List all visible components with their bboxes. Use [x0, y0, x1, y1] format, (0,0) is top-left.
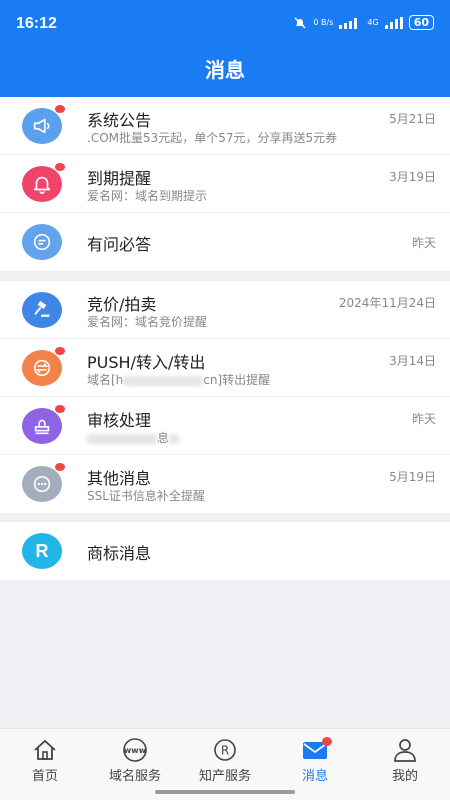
item-date: 昨天: [411, 236, 436, 250]
unread-badge: [54, 162, 66, 172]
home-icon: [0, 737, 90, 763]
item-date: 3月19日: [389, 170, 436, 184]
unread-badge: [54, 104, 66, 114]
trademark-r-icon: R: [22, 533, 62, 569]
signal-icon: [339, 17, 358, 29]
item-title: 到期提醒: [87, 169, 152, 188]
message-item-announcement[interactable]: 系统公告 .COM批量53元起，单个57元，分享再送5元券 5月21日: [0, 97, 450, 155]
battery-indicator: 60: [408, 15, 434, 30]
message-group-2: 竞价/拍卖 爱名网：域名竞价提醒 2024年11月24日 PUSH/转入/转出 …: [0, 281, 450, 513]
home-indicator[interactable]: [155, 790, 295, 794]
mute-bell-icon: [294, 16, 306, 29]
stamp-icon: [22, 408, 62, 444]
item-subtitle: SSL证书信息补全提醒: [87, 489, 205, 503]
signal-icon-2: [384, 16, 403, 29]
tab-label: 消息: [301, 769, 328, 784]
item-title: PUSH/转入/转出: [87, 353, 206, 372]
status-bar: 16:12 0 B/s 4G 60: [0, 0, 450, 50]
message-item-expiry[interactable]: 到期提醒 爱名网：域名到期提示 3月19日: [0, 155, 450, 213]
subtitle-prefix: 域名[h: [87, 373, 124, 387]
item-subtitle: .COM批量53元起，单个57元，分享再送5元券: [87, 131, 338, 145]
item-date: 2024年11月24日: [338, 296, 436, 310]
item-date: 5月21日: [389, 112, 436, 126]
item-title: 审核处理: [87, 411, 152, 430]
message-item-other[interactable]: 其他消息 SSL证书信息补全提醒 5月19日: [0, 455, 450, 513]
network-type: 4G: [367, 18, 379, 27]
bell-icon: [22, 166, 62, 202]
unread-badge: [54, 404, 66, 414]
message-item-trademark[interactable]: R 商标消息: [0, 522, 450, 580]
item-title: 竞价/拍卖: [87, 295, 157, 314]
tab-messages[interactable]: 消息: [270, 737, 360, 784]
status-time: 16:12: [16, 15, 57, 32]
chat-bubble-icon: [22, 224, 62, 260]
status-icons: 0 B/s 4G 60: [293, 15, 434, 30]
item-subtitle: 爱名网：域名竞价提醒: [87, 315, 208, 329]
gavel-icon: [22, 292, 62, 328]
unread-badge: [322, 737, 332, 746]
transfer-icon: [22, 350, 62, 386]
tab-domain-services[interactable]: www 域名服务: [90, 737, 180, 784]
net-speed: 0 B/s: [313, 17, 334, 27]
message-item-push[interactable]: PUSH/转入/转出 域名[h cn]转出提醒 3月14日: [0, 339, 450, 397]
message-item-qa[interactable]: 有问必答 昨天: [0, 213, 450, 271]
item-date: 3月14日: [389, 354, 436, 368]
tab-label: 知产服务: [198, 769, 251, 784]
message-item-review[interactable]: 审核处理 息 昨天: [0, 397, 450, 455]
redacted-text: [169, 433, 180, 444]
item-title: 系统公告: [87, 111, 152, 130]
envelope-icon: [270, 737, 360, 763]
redacted-text: [123, 375, 204, 386]
registered-icon: R: [180, 737, 270, 763]
message-group-3: R 商标消息: [0, 522, 450, 580]
tab-ip-services[interactable]: R 知产服务: [180, 737, 270, 784]
svg-text:www: www: [124, 746, 147, 755]
page-title: 消息: [205, 58, 245, 82]
tab-label: 我的: [391, 769, 418, 784]
more-icon: [22, 466, 62, 502]
svg-text:R: R: [221, 744, 229, 758]
header-bar: 消息: [0, 50, 450, 97]
tab-label: 域名服务: [108, 769, 161, 784]
tab-home[interactable]: 首页: [0, 737, 90, 784]
person-icon: [360, 737, 450, 763]
subtitle-visible: 息: [157, 431, 170, 445]
unread-badge: [54, 346, 66, 356]
www-icon: www: [90, 737, 180, 763]
message-group-1: 系统公告 .COM批量53元起，单个57元，分享再送5元券 5月21日 到期提醒…: [0, 97, 450, 271]
item-title: 其他消息: [87, 469, 152, 488]
item-date: 昨天: [411, 412, 436, 426]
subtitle-suffix: cn]转出提醒: [203, 373, 271, 387]
item-title: 商标消息: [87, 544, 152, 563]
megaphone-icon: [22, 108, 62, 144]
tab-profile[interactable]: 我的: [360, 737, 450, 784]
unread-badge: [54, 462, 66, 472]
item-subtitle: 息: [87, 429, 180, 446]
message-item-auction[interactable]: 竞价/拍卖 爱名网：域名竞价提醒 2024年11月24日: [0, 281, 450, 339]
tab-label: 首页: [31, 769, 58, 784]
item-subtitle: 爱名网：域名到期提示: [87, 189, 208, 203]
redacted-text: [87, 433, 157, 444]
item-date: 5月19日: [389, 470, 436, 484]
item-subtitle: 域名[h cn]转出提醒: [87, 371, 270, 388]
item-title: 有问必答: [87, 235, 152, 254]
